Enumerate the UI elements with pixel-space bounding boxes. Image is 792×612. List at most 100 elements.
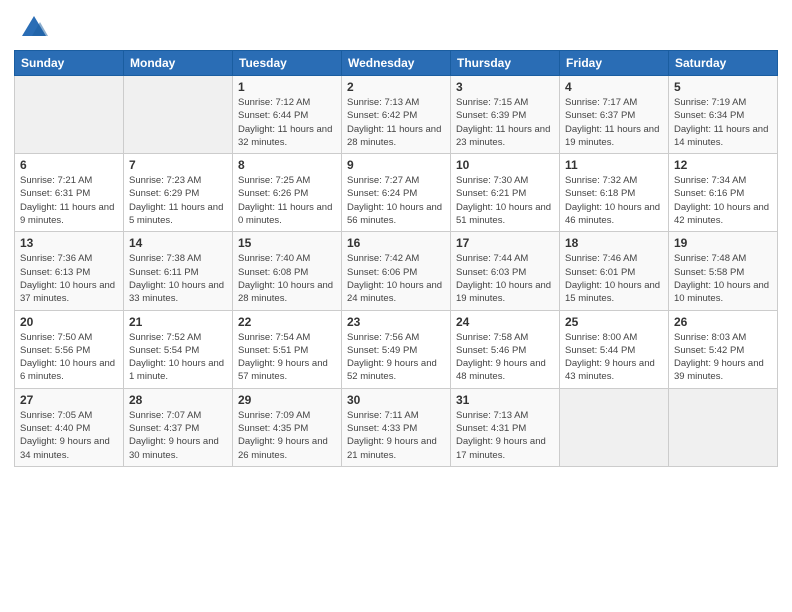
day-number: 19: [674, 236, 772, 250]
day-info: Sunrise: 7:58 AM Sunset: 5:46 PM Dayligh…: [456, 331, 554, 384]
calendar-cell: [15, 76, 124, 154]
day-number: 15: [238, 236, 336, 250]
day-of-week-header: Thursday: [451, 51, 560, 76]
day-info: Sunrise: 7:46 AM Sunset: 6:01 PM Dayligh…: [565, 252, 663, 305]
day-number: 14: [129, 236, 227, 250]
calendar-cell: [669, 388, 778, 466]
day-info: Sunrise: 7:50 AM Sunset: 5:56 PM Dayligh…: [20, 331, 118, 384]
day-info: Sunrise: 7:36 AM Sunset: 6:13 PM Dayligh…: [20, 252, 118, 305]
day-info: Sunrise: 7:19 AM Sunset: 6:34 PM Dayligh…: [674, 96, 772, 149]
day-info: Sunrise: 7:42 AM Sunset: 6:06 PM Dayligh…: [347, 252, 445, 305]
calendar-cell: 13 Sunrise: 7:36 AM Sunset: 6:13 PM Dayli…: [15, 232, 124, 310]
header-row: SundayMondayTuesdayWednesdayThursdayFrid…: [15, 51, 778, 76]
calendar-cell: 3Sunrise: 7:15 AM Sunset: 6:39 PM Daylig…: [451, 76, 560, 154]
calendar-cell: 10Sunrise: 7:30 AM Sunset: 6:21 PM Dayli…: [451, 154, 560, 232]
calendar-cell: 21Sunrise: 7:52 AM Sunset: 5:54 PM Dayli…: [124, 310, 233, 388]
day-info: Sunrise: 8:03 AM Sunset: 5:42 PM Dayligh…: [674, 331, 772, 384]
calendar-week-row: 20 Sunrise: 7:50 AM Sunset: 5:56 PM Dayli…: [15, 310, 778, 388]
day-number: 4: [565, 80, 663, 94]
day-number: 25: [565, 315, 663, 329]
calendar-cell: 23 Sunrise: 7:56 AM Sunset: 5:49 PM Dayli…: [342, 310, 451, 388]
calendar-week-row: 27 Sunrise: 7:05 AM Sunset: 4:40 PM Dayli…: [15, 388, 778, 466]
day-number: 11: [565, 158, 663, 172]
calendar-cell: 4 Sunrise: 7:17 AM Sunset: 6:37 PM Daylig…: [560, 76, 669, 154]
day-of-week-header: Wednesday: [342, 51, 451, 76]
calendar-table: SundayMondayTuesdayWednesdayThursdayFrid…: [14, 50, 778, 467]
calendar-cell: 26 Sunrise: 8:03 AM Sunset: 5:42 PM Dayli…: [669, 310, 778, 388]
calendar-cell: 22 Sunrise: 7:54 AM Sunset: 5:51 PM Dayli…: [233, 310, 342, 388]
day-info: Sunrise: 7:38 AM Sunset: 6:11 PM Dayligh…: [129, 252, 227, 305]
day-number: 20: [20, 315, 118, 329]
day-number: 23: [347, 315, 445, 329]
day-number: 5: [674, 80, 772, 94]
day-info: Sunrise: 7:13 AM Sunset: 4:31 PM Dayligh…: [456, 409, 554, 462]
calendar-cell: 29 Sunrise: 7:09 AM Sunset: 4:35 PM Dayli…: [233, 388, 342, 466]
day-number: 26: [674, 315, 772, 329]
day-number: 28: [129, 393, 227, 407]
day-info: Sunrise: 7:12 AM Sunset: 6:44 PM Dayligh…: [238, 96, 336, 149]
calendar-week-row: 13 Sunrise: 7:36 AM Sunset: 6:13 PM Dayli…: [15, 232, 778, 310]
day-number: 7: [129, 158, 227, 172]
calendar-cell: 9Sunrise: 7:27 AM Sunset: 6:24 PM Daylig…: [342, 154, 451, 232]
day-info: Sunrise: 7:23 AM Sunset: 6:29 PM Dayligh…: [129, 174, 227, 227]
calendar-cell: 27 Sunrise: 7:05 AM Sunset: 4:40 PM Dayli…: [15, 388, 124, 466]
calendar-cell: 2 Sunrise: 7:13 AM Sunset: 6:42 PM Daylig…: [342, 76, 451, 154]
calendar-cell: 5 Sunrise: 7:19 AM Sunset: 6:34 PM Daylig…: [669, 76, 778, 154]
day-number: 27: [20, 393, 118, 407]
calendar-cell: 1 Sunrise: 7:12 AM Sunset: 6:44 PM Daylig…: [233, 76, 342, 154]
header: [0, 0, 792, 50]
day-of-week-header: Monday: [124, 51, 233, 76]
calendar-cell: 17 Sunrise: 7:44 AM Sunset: 6:03 PM Dayli…: [451, 232, 560, 310]
day-number: 8: [238, 158, 336, 172]
day-info: Sunrise: 7:09 AM Sunset: 4:35 PM Dayligh…: [238, 409, 336, 462]
day-of-week-header: Friday: [560, 51, 669, 76]
calendar-cell: 11 Sunrise: 7:32 AM Sunset: 6:18 PM Dayli…: [560, 154, 669, 232]
logo: [20, 14, 52, 42]
day-number: 1: [238, 80, 336, 94]
calendar-header: SundayMondayTuesdayWednesdayThursdayFrid…: [15, 51, 778, 76]
day-info: Sunrise: 7:54 AM Sunset: 5:51 PM Dayligh…: [238, 331, 336, 384]
page: SundayMondayTuesdayWednesdayThursdayFrid…: [0, 0, 792, 612]
day-number: 29: [238, 393, 336, 407]
day-number: 12: [674, 158, 772, 172]
calendar-cell: 12 Sunrise: 7:34 AM Sunset: 6:16 PM Dayli…: [669, 154, 778, 232]
calendar-cell: 24 Sunrise: 7:58 AM Sunset: 5:46 PM Dayli…: [451, 310, 560, 388]
day-info: Sunrise: 7:07 AM Sunset: 4:37 PM Dayligh…: [129, 409, 227, 462]
calendar-body: 1 Sunrise: 7:12 AM Sunset: 6:44 PM Daylig…: [15, 76, 778, 467]
day-number: 24: [456, 315, 554, 329]
calendar-cell: [124, 76, 233, 154]
day-info: Sunrise: 7:30 AM Sunset: 6:21 PM Dayligh…: [456, 174, 554, 227]
logo-icon: [20, 14, 48, 42]
day-of-week-header: Saturday: [669, 51, 778, 76]
calendar-cell: 14 Sunrise: 7:38 AM Sunset: 6:11 PM Dayli…: [124, 232, 233, 310]
calendar-cell: 25 Sunrise: 8:00 AM Sunset: 5:44 PM Dayli…: [560, 310, 669, 388]
day-number: 21: [129, 315, 227, 329]
day-number: 16: [347, 236, 445, 250]
day-number: 30: [347, 393, 445, 407]
day-info: Sunrise: 7:34 AM Sunset: 6:16 PM Dayligh…: [674, 174, 772, 227]
day-number: 22: [238, 315, 336, 329]
day-of-week-header: Sunday: [15, 51, 124, 76]
day-info: Sunrise: 7:05 AM Sunset: 4:40 PM Dayligh…: [20, 409, 118, 462]
day-of-week-header: Tuesday: [233, 51, 342, 76]
calendar-cell: [560, 388, 669, 466]
day-info: Sunrise: 7:17 AM Sunset: 6:37 PM Dayligh…: [565, 96, 663, 149]
day-info: Sunrise: 8:00 AM Sunset: 5:44 PM Dayligh…: [565, 331, 663, 384]
day-number: 31: [456, 393, 554, 407]
day-info: Sunrise: 7:11 AM Sunset: 4:33 PM Dayligh…: [347, 409, 445, 462]
calendar-week-row: 6Sunrise: 7:21 AM Sunset: 6:31 PM Daylig…: [15, 154, 778, 232]
day-info: Sunrise: 7:48 AM Sunset: 5:58 PM Dayligh…: [674, 252, 772, 305]
calendar-cell: 18Sunrise: 7:46 AM Sunset: 6:01 PM Dayli…: [560, 232, 669, 310]
day-number: 17: [456, 236, 554, 250]
day-info: Sunrise: 7:13 AM Sunset: 6:42 PM Dayligh…: [347, 96, 445, 149]
calendar-cell: 20 Sunrise: 7:50 AM Sunset: 5:56 PM Dayli…: [15, 310, 124, 388]
calendar-cell: 7 Sunrise: 7:23 AM Sunset: 6:29 PM Daylig…: [124, 154, 233, 232]
day-number: 2: [347, 80, 445, 94]
day-info: Sunrise: 7:32 AM Sunset: 6:18 PM Dayligh…: [565, 174, 663, 227]
calendar-cell: 6Sunrise: 7:21 AM Sunset: 6:31 PM Daylig…: [15, 154, 124, 232]
calendar-week-row: 1 Sunrise: 7:12 AM Sunset: 6:44 PM Daylig…: [15, 76, 778, 154]
day-info: Sunrise: 7:56 AM Sunset: 5:49 PM Dayligh…: [347, 331, 445, 384]
day-info: Sunrise: 7:40 AM Sunset: 6:08 PM Dayligh…: [238, 252, 336, 305]
day-number: 13: [20, 236, 118, 250]
day-info: Sunrise: 7:44 AM Sunset: 6:03 PM Dayligh…: [456, 252, 554, 305]
